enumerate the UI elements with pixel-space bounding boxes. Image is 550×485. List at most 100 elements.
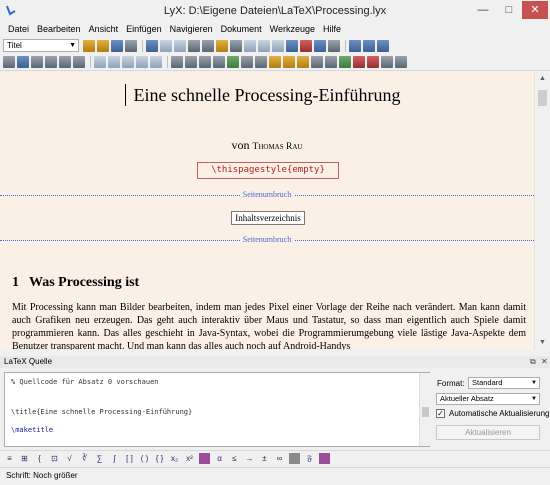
scroll-up-icon[interactable]: ▲ [535,72,550,86]
scroll-thumb[interactable] [538,90,547,106]
compass-icon[interactable] [349,39,361,52]
math-sum-icon[interactable]: ∑ [94,453,105,464]
paragraph-scope-select[interactable]: Aktueller Absatz ▼ [436,393,540,405]
math-sqrt-icon[interactable]: √ [64,453,75,464]
toc-inset[interactable]: Inhaltsverzeichnis [231,211,305,225]
view-pdf-icon[interactable] [328,39,340,52]
apply-style-icon[interactable] [272,39,284,52]
math-integral-icon[interactable]: ∫ [109,453,120,464]
hyperlink-icon[interactable] [325,56,337,68]
save-icon[interactable] [111,39,123,52]
description-icon[interactable] [122,56,134,68]
graphics-icon[interactable] [300,39,312,52]
math-frame-icon[interactable] [289,453,300,464]
spellcheck-icon[interactable] [146,39,158,52]
menu-insert[interactable]: Einfügen [122,22,166,36]
math-font-icon[interactable]: 𝔉 [304,453,315,464]
new-document-icon[interactable] [83,39,95,52]
globe-icon[interactable] [339,56,351,68]
table-float-icon[interactable] [185,56,197,68]
refresh-icon[interactable] [17,56,29,68]
cut-icon[interactable] [188,39,200,52]
toggle-source-icon[interactable] [363,39,375,52]
update-button[interactable]: Aktualisieren [436,425,540,440]
noun-icon[interactable] [258,39,270,52]
enumerate-icon[interactable] [108,56,120,68]
footnote-icon[interactable] [269,56,281,68]
source-scroll-thumb[interactable] [422,407,429,417]
math-greek-icon[interactable]: α [214,453,225,464]
math-braces-icon[interactable]: { } [154,453,165,464]
math-icon[interactable] [286,39,298,52]
math-sub-icon[interactable]: x₂ [169,453,180,464]
ert-icon[interactable] [353,56,365,68]
math-parens-icon[interactable]: ( ) [139,453,150,464]
paragraph-style-select[interactable]: Titel ▼ [3,39,79,52]
figure-float-icon[interactable] [171,56,183,68]
math-toolbar: ≡ ⊞ { ⊡ √ ∛ ∑ ∫ [ ] ( ) { } x₂ x² α ≤ → … [0,450,550,466]
math-root-icon[interactable]: ∛ [79,453,90,464]
attachment-icon[interactable] [395,56,407,68]
scroll-down-icon[interactable]: ▼ [535,336,550,350]
math-binomial-icon[interactable]: ⊞ [19,453,30,464]
math-brackets-icon[interactable]: [ ] [124,453,135,464]
editor-scrollbar[interactable]: ▲ ▼ [534,72,550,350]
math-panel-icon[interactable] [319,453,330,464]
close-panel-icon[interactable]: ✕ [541,356,548,368]
math-sup-icon[interactable]: x² [184,453,195,464]
source-scrollbar[interactable] [419,373,430,446]
minimize-button[interactable]: — [470,1,496,19]
find-icon[interactable] [230,39,242,52]
export-icon[interactable] [73,56,85,68]
symbol-icon[interactable] [381,56,393,68]
latex-source-view[interactable]: % Quellcode für Absatz 0 vorschauen \tit… [4,372,430,447]
nomenclature-icon[interactable] [255,56,267,68]
outdent-icon[interactable] [150,56,162,68]
format-select[interactable]: Standard ▼ [468,377,540,389]
undo-icon[interactable] [160,39,172,52]
math-relations-icon[interactable]: ≤ [229,453,240,464]
url-icon[interactable] [311,56,323,68]
print-icon[interactable] [125,39,137,52]
emphasis-icon[interactable] [244,39,256,52]
update-icon[interactable] [59,56,71,68]
menu-file[interactable]: Datei [4,22,33,36]
note-icon[interactable] [297,56,309,68]
menu-view[interactable]: Ansicht [85,22,123,36]
paste-icon[interactable] [216,39,228,52]
math-operators-icon[interactable]: ± [259,453,270,464]
margin-note-icon[interactable] [283,56,295,68]
toggle-outline-icon[interactable] [377,39,389,52]
math-matrix-icon[interactable]: ⊡ [49,453,60,464]
copy-icon[interactable] [202,39,214,52]
ert-inset[interactable]: \thispagestyle{empty} [197,162,339,179]
math-arrows-icon[interactable]: → [244,453,255,464]
infinity-icon[interactable] [3,56,15,68]
citation-icon[interactable] [227,56,239,68]
indent-icon[interactable] [136,56,148,68]
tex-icon[interactable] [367,56,379,68]
itemize-icon[interactable] [94,56,106,68]
cross-ref-icon[interactable] [213,56,225,68]
close-button[interactable]: ✕ [522,1,548,19]
index-icon[interactable] [241,56,253,68]
math-array-icon[interactable] [199,453,210,464]
float-panel-icon[interactable]: ⧉ [530,356,536,368]
menu-document[interactable]: Dokument [217,22,266,36]
menu-edit[interactable]: Bearbeiten [33,22,85,36]
view-ps-icon[interactable] [45,56,57,68]
math-cases-icon[interactable]: { [34,453,45,464]
redo-icon[interactable] [174,39,186,52]
document-editor[interactable]: Eine schnelle Processing-Einführung von … [0,72,534,350]
menu-tools[interactable]: Werkzeuge [266,22,319,36]
table-icon[interactable] [314,39,326,52]
menu-navigate[interactable]: Navigieren [166,22,217,36]
maximize-button[interactable]: □ [496,1,522,19]
math-align-icon[interactable]: ≡ [4,453,15,464]
view-dvi-icon[interactable] [31,56,43,68]
auto-update-checkbox[interactable]: ✓ [436,409,445,418]
menu-help[interactable]: Hilfe [319,22,345,36]
label-icon[interactable] [199,56,211,68]
math-misc-icon[interactable]: ∞ [274,453,285,464]
open-folder-icon[interactable] [97,39,109,52]
